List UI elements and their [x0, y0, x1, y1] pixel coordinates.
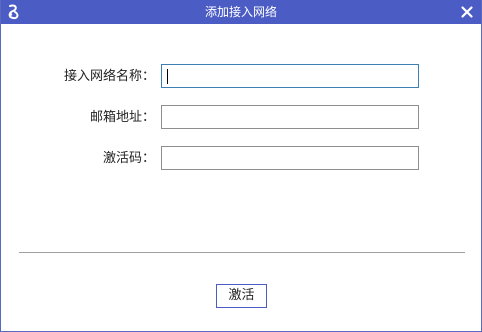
email-input[interactable] — [161, 105, 419, 129]
network-name-input[interactable] — [161, 64, 419, 88]
text-caret — [167, 69, 168, 84]
email-label: 邮箱地址： — [89, 110, 155, 125]
close-icon[interactable] — [459, 4, 475, 20]
activate-button[interactable]: 激活 — [216, 284, 267, 308]
activation-code-input[interactable] — [161, 146, 419, 170]
window-title: 添加接入网络 — [204, 5, 277, 19]
title-bar[interactable]: 添加接入网络 — [1, 0, 481, 24]
divider — [19, 252, 465, 253]
network-name-label: 接入网络名称： — [63, 69, 155, 84]
activation-code-row: 激活码： — [1, 146, 481, 172]
add-network-dialog: 添加接入网络 接入网络名称： 邮箱地址： 激活码： 激活 — [0, 0, 482, 332]
network-name-row: 接入网络名称： — [1, 64, 481, 90]
email-row: 邮箱地址： — [1, 105, 481, 131]
activation-code-label: 激活码： — [102, 151, 155, 166]
